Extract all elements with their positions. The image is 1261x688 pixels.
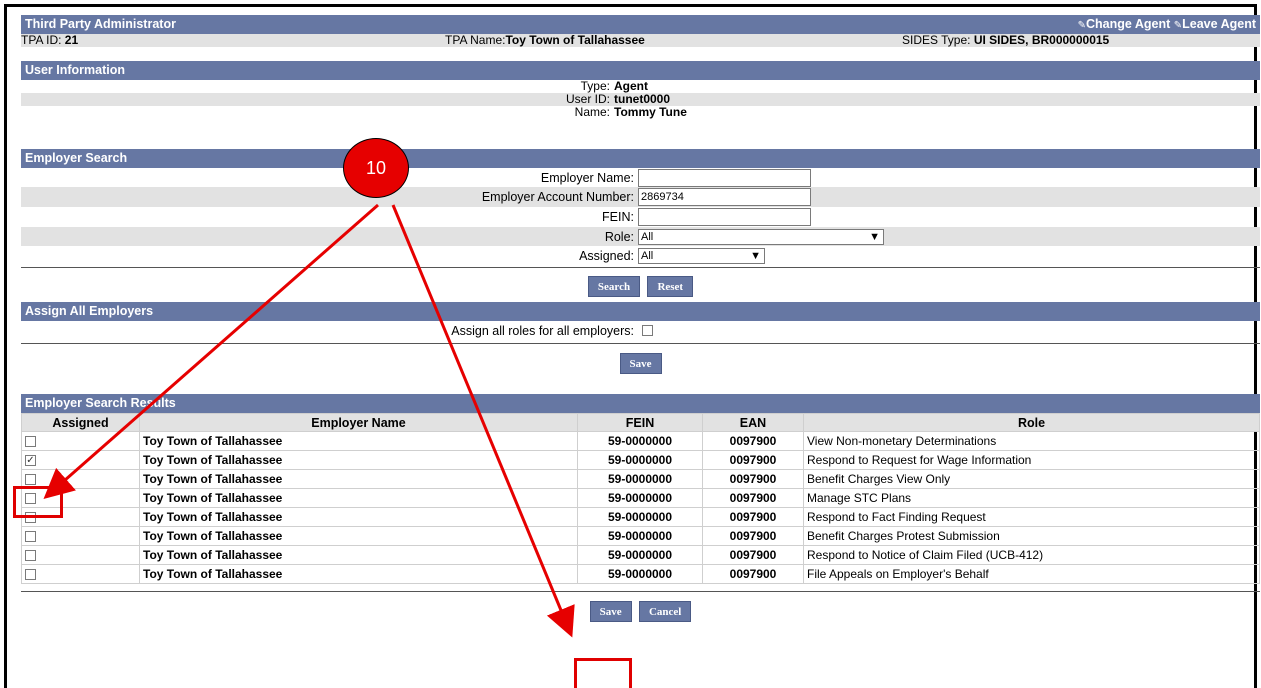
table-row: Toy Town of Tallahassee 59-0000000 0097900…: [21, 507, 1260, 527]
results-button-row: Save Cancel: [21, 592, 1260, 626]
ean-cell: 0097900: [702, 545, 804, 565]
results-table: Assigned Employer Name FEIN EAN Role Toy…: [21, 413, 1260, 584]
user-info-header: User Information: [21, 61, 1260, 80]
role-cell: Benefit Charges View Only: [803, 469, 1260, 489]
role-cell: Manage STC Plans: [803, 488, 1260, 508]
ean-cell: 0097900: [702, 488, 804, 508]
tpa-id: TPA ID: 21: [21, 33, 79, 47]
table-row: Toy Town of Tallahassee 59-0000000 0097900…: [21, 469, 1260, 489]
employer-name-cell: Toy Town of Tallahassee: [139, 431, 578, 451]
ean-cell: 0097900: [702, 469, 804, 489]
assign-all-button-row: Save: [21, 344, 1260, 394]
ean-cell: 0097900: [702, 431, 804, 451]
assigned-checkbox[interactable]: [25, 550, 36, 562]
chevron-down-icon: ▼: [750, 249, 761, 262]
search-button-row: Search Reset: [21, 268, 1260, 302]
table-row: Toy Town of Tallahassee 59-0000000 0097900…: [21, 431, 1260, 451]
ean-cell: 0097900: [702, 564, 804, 584]
highlight-box-save: [574, 658, 632, 688]
account-number-input[interactable]: 2869734: [638, 188, 811, 206]
table-row: Toy Town of Tallahassee 59-0000000 0097900…: [21, 545, 1260, 565]
role-cell: View Non-monetary Determinations: [803, 431, 1260, 451]
assigned-checkbox[interactable]: [25, 474, 36, 486]
column-header: Employer Name: [139, 413, 578, 432]
employer-name-cell: Toy Town of Tallahassee: [139, 450, 578, 470]
assign-all-title: Assign All Employers: [25, 304, 154, 318]
assign-all-row: Assign all roles for all employers:: [21, 321, 1260, 340]
results-title: Employer Search Results: [25, 396, 176, 410]
role-select[interactable]: All ▼: [638, 228, 884, 245]
employer-name-input[interactable]: [638, 168, 811, 187]
column-header: Role: [803, 413, 1260, 432]
tpa-info-row: TPA ID: 21 TPA Name:Toy Town of Tallahas…: [21, 34, 1260, 47]
assigned-checkbox[interactable]: ✓: [25, 455, 36, 467]
employer-search-header: Employer Search: [21, 149, 1260, 168]
employer-search-title: Employer Search: [25, 151, 128, 165]
change-agent-link[interactable]: Change Agent: [1086, 17, 1170, 31]
role-cell: Benefit Charges Protest Submission: [803, 526, 1260, 546]
employer-name-cell: Toy Town of Tallahassee: [139, 488, 578, 508]
fein-cell: 59-0000000: [577, 488, 703, 508]
chevron-down-icon: ▼: [869, 230, 880, 243]
assigned-checkbox[interactable]: [25, 569, 36, 581]
leave-agent-link[interactable]: Leave Agent: [1182, 17, 1256, 31]
table-row: Toy Town of Tallahassee 59-0000000 0097900…: [21, 488, 1260, 508]
fein-cell: 59-0000000: [577, 469, 703, 489]
search-button[interactable]: Search: [587, 276, 641, 297]
assign-all-save-button[interactable]: Save: [619, 353, 662, 374]
assign-all-header: Assign All Employers: [21, 302, 1260, 321]
fein-input[interactable]: [638, 208, 811, 226]
step-callout: 10: [343, 138, 409, 198]
results-save-button[interactable]: Save: [589, 601, 632, 622]
page-content: Third Party Administrator ✎Change Agent …: [21, 15, 1260, 626]
results-header: Employer Search Results: [21, 394, 1260, 413]
assign-all-checkbox[interactable]: [642, 325, 653, 336]
column-header: EAN: [702, 413, 804, 432]
employer-name-cell: Toy Town of Tallahassee: [139, 469, 578, 489]
fein-row: FEIN:: [21, 207, 1260, 227]
account-number-row: Employer Account Number: 2869734: [21, 187, 1260, 207]
fein-cell: 59-0000000: [577, 526, 703, 546]
fein-cell: 59-0000000: [577, 507, 703, 527]
ean-cell: 0097900: [702, 507, 804, 527]
fein-cell: 59-0000000: [577, 545, 703, 565]
fein-cell: 59-0000000: [577, 431, 703, 451]
column-header: FEIN: [577, 413, 703, 432]
assigned-checkbox[interactable]: [25, 531, 36, 543]
tpa-header-title: Third Party Administrator: [25, 17, 176, 31]
table-row: Toy Town of Tallahassee 59-0000000 0097900…: [21, 526, 1260, 546]
employer-name-cell: Toy Town of Tallahassee: [139, 545, 578, 565]
role-row: Role: All ▼: [21, 227, 1260, 246]
employer-name-row: Employer Name:: [21, 168, 1260, 187]
highlight-box-checkbox: [13, 486, 63, 518]
role-cell: File Appeals on Employer's Behalf: [803, 564, 1260, 584]
leave-agent-icon: ✎: [1173, 20, 1183, 31]
fein-cell: 59-0000000: [577, 564, 703, 584]
tpa-name: TPA Name:Toy Town of Tallahassee: [445, 33, 645, 47]
assigned-select[interactable]: All ▼: [638, 247, 765, 264]
assigned-checkbox[interactable]: [25, 436, 36, 448]
role-cell: Respond to Fact Finding Request: [803, 507, 1260, 527]
assigned-row: Assigned: All ▼: [21, 246, 1260, 265]
ean-cell: 0097900: [702, 526, 804, 546]
results-cancel-button[interactable]: Cancel: [638, 601, 692, 622]
user-info-title: User Information: [25, 63, 126, 77]
employer-name-cell: Toy Town of Tallahassee: [139, 507, 578, 527]
user-name-row: Name: Tommy Tune: [574, 105, 687, 119]
user-name-value: Tommy Tune: [614, 105, 687, 119]
tpa-header-bar: Third Party Administrator ✎Change Agent …: [21, 15, 1260, 34]
ean-cell: 0097900: [702, 450, 804, 470]
role-cell: Respond to Notice of Claim Filed (UCB-41…: [803, 545, 1260, 565]
page-frame: Third Party Administrator ✎Change Agent …: [4, 4, 1260, 688]
change-agent-icon: ✎: [1077, 20, 1086, 31]
table-row: Toy Town of Tallahassee 59-0000000 0097900…: [21, 564, 1260, 584]
sides-type: SIDES Type: UI SIDES, BR000000015: [902, 33, 1110, 47]
employer-name-cell: Toy Town of Tallahassee: [139, 526, 578, 546]
role-cell: Respond to Request for Wage Information: [803, 450, 1260, 470]
employer-name-cell: Toy Town of Tallahassee: [139, 564, 578, 584]
column-header: Assigned: [21, 413, 140, 432]
reset-button[interactable]: Reset: [647, 276, 694, 297]
table-row: ✓ Toy Town of Tallahassee 59-0000000 009790…: [21, 450, 1260, 470]
fein-cell: 59-0000000: [577, 450, 703, 470]
